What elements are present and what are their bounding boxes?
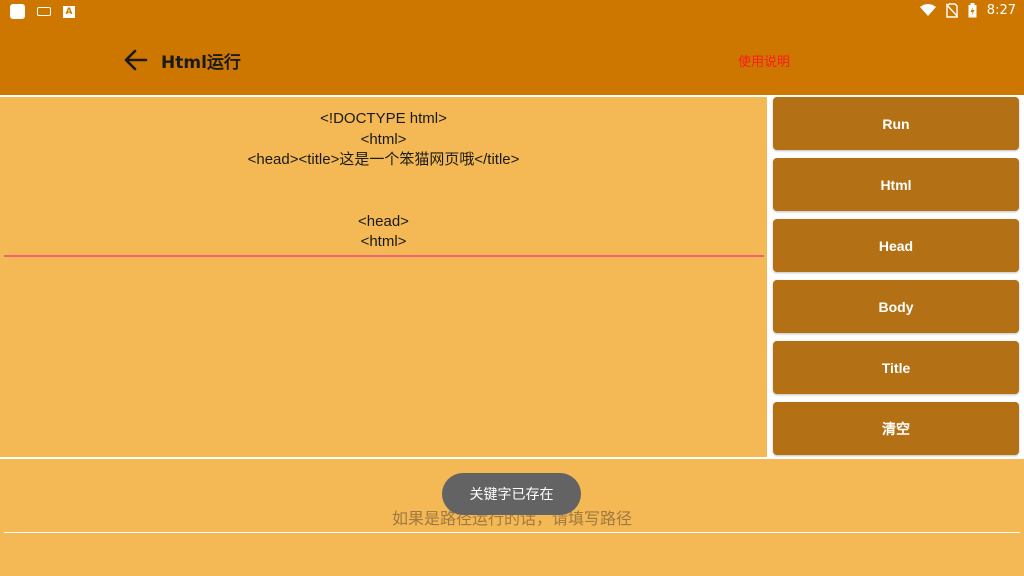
keyboard-icon [37, 7, 51, 16]
code-text[interactable]: <!DOCTYPE html> <html> <head><title>这是一个… [0, 109, 767, 253]
back-button[interactable] [122, 46, 154, 74]
app-square-icon [10, 4, 25, 19]
editor-underline [4, 255, 764, 257]
status-time: 8:27 [986, 3, 1016, 18]
title-button[interactable]: Title [773, 341, 1019, 394]
toast-message: 关键字已存在 [442, 473, 581, 515]
run-button[interactable]: Run [773, 97, 1019, 150]
help-link[interactable]: 使用说明 [738, 51, 790, 70]
arrow-left-icon [124, 49, 148, 71]
wifi-icon [919, 4, 936, 16]
html-button[interactable]: Html [773, 158, 1019, 211]
no-sim-icon [945, 3, 958, 18]
status-left-icons: A [10, 4, 75, 19]
page-title: Html运行 [161, 53, 241, 73]
clear-button[interactable]: 清空 [773, 402, 1019, 455]
battery-icon [968, 3, 977, 18]
font-a-icon: A [63, 5, 75, 18]
status-bar: A 8:27 [0, 0, 1024, 24]
head-button[interactable]: Head [773, 219, 1019, 272]
side-button-panel: Run Html Head Body Title 清空 [769, 97, 1024, 457]
body-button[interactable]: Body [773, 280, 1019, 333]
code-editor[interactable]: <!DOCTYPE html> <html> <head><title>这是一个… [0, 97, 767, 457]
status-right-icons: 8:27 [919, 3, 1016, 18]
app-bar: Html运行 使用说明 [0, 24, 1024, 95]
